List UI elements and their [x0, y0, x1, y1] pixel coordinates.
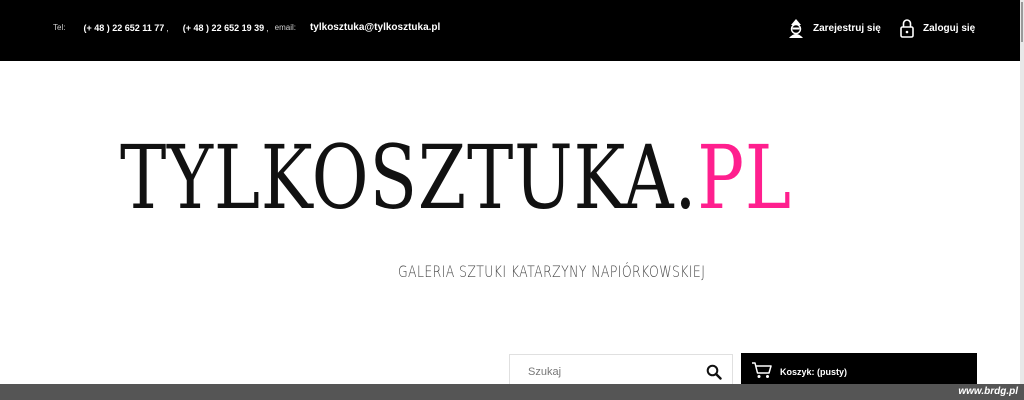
logo-extension: PL: [697, 126, 792, 229]
phone-separator: ,: [266, 22, 269, 33]
scrollbar-thumb[interactable]: [1021, 2, 1023, 42]
site-tagline: GALERIA SZTUKI KATARZYNY NAPIÓRKOWSKIEJ: [398, 262, 706, 281]
tel-label: Tel:: [53, 23, 66, 32]
site-logo[interactable]: TYLKOSZTUKA.PL: [120, 134, 792, 222]
register-link[interactable]: Zarejestruj się: [788, 18, 881, 38]
phone-2: (+ 48 ) 22 652 19 39: [182, 22, 265, 33]
watermark: www.brdg.pl: [958, 386, 1018, 397]
scrollbar[interactable]: [1020, 0, 1024, 384]
email-label: email:: [274, 23, 296, 32]
cart-icon: [751, 361, 773, 384]
lock-icon: [900, 18, 914, 38]
search-icon[interactable]: [706, 364, 722, 380]
login-link[interactable]: Zaloguj się: [900, 18, 975, 38]
logo-dot: .: [674, 126, 698, 229]
contact-info: Tel: (+ 48 ) 22 652 11 77 , (+ 48 ) 22 6…: [53, 22, 440, 33]
login-label: Zaloguj się: [923, 22, 976, 34]
register-label: Zarejestruj się: [813, 22, 881, 34]
cart-label: Koszyk: (pusty): [780, 367, 848, 377]
phone-separator: ,: [166, 22, 169, 33]
email-link[interactable]: tylkosztuka@tylkosztuka.pl: [310, 22, 440, 33]
phone-1: (+ 48 ) 22 652 11 77: [83, 22, 165, 33]
bottom-strip: [0, 384, 1024, 400]
top-bar: Tel: (+ 48 ) 22 652 11 77 , (+ 48 ) 22 6…: [0, 0, 1024, 61]
user-icon: [788, 18, 804, 38]
logo-main-text: TYLKOSZTUKA: [120, 126, 675, 229]
